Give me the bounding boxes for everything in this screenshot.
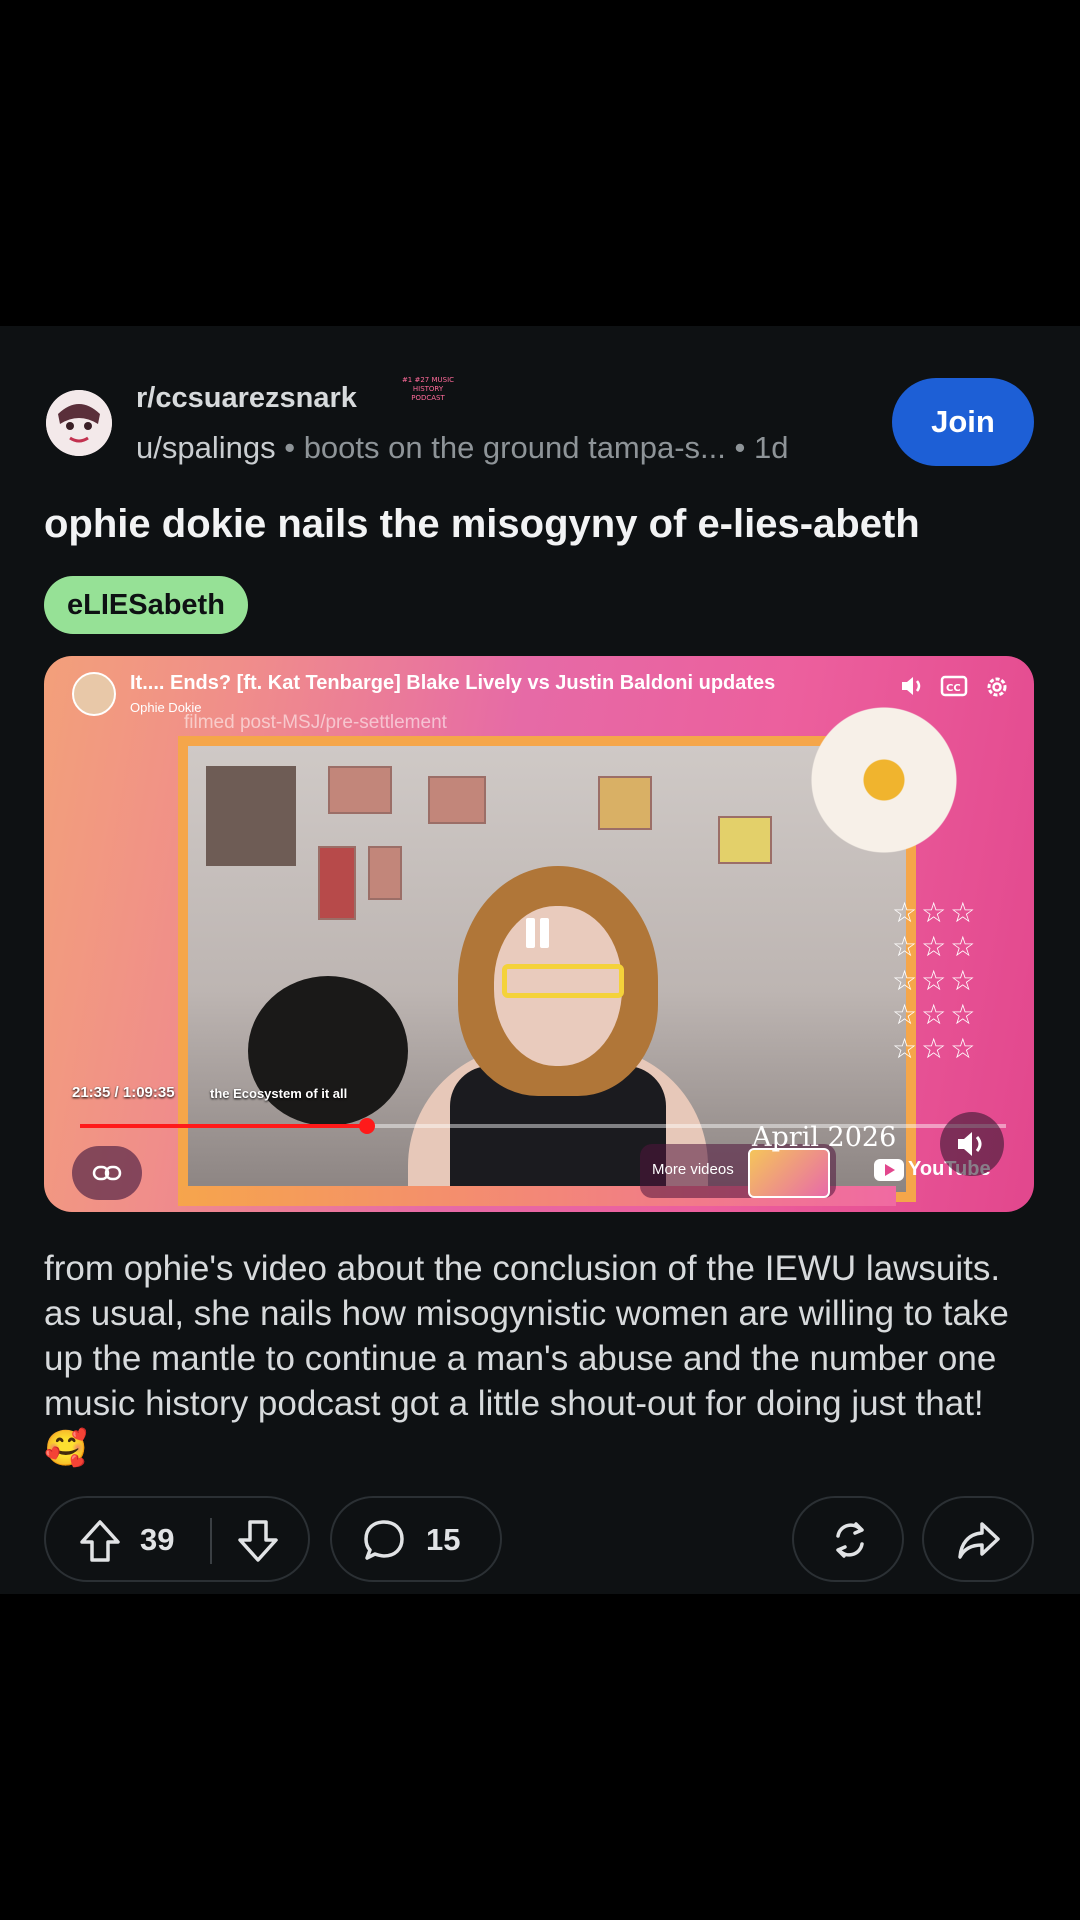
wall-poster xyxy=(328,766,392,814)
wall-poster xyxy=(318,846,356,920)
wall-poster xyxy=(428,776,486,824)
video-overlay-text: filmed post-MSJ/pre-settlement xyxy=(184,712,447,733)
share-button[interactable] xyxy=(922,1496,1034,1582)
svg-text:CC: CC xyxy=(946,683,961,694)
award-icon xyxy=(836,1522,864,1558)
wall-poster xyxy=(718,816,772,864)
post-title[interactable]: ophie dokie nails the misogyny of e-lies… xyxy=(44,502,920,547)
more-videos-label: More videos xyxy=(652,1161,734,1178)
subreddit-avatar[interactable] xyxy=(46,390,112,456)
settings-icon[interactable] xyxy=(984,674,1010,706)
post-age: 1d xyxy=(754,430,789,465)
comment-count: 15 xyxy=(426,1522,461,1557)
progress-fill xyxy=(80,1124,367,1128)
more-videos-thumbnail xyxy=(748,1148,830,1198)
subreddit-name[interactable]: r/ccsuarezsnark xyxy=(136,382,357,415)
link-icon[interactable] xyxy=(72,1146,142,1200)
post-meta: u/spalings • boots on the ground tampa-s… xyxy=(136,430,789,465)
author-flair: boots on the ground tampa-s... xyxy=(303,430,726,465)
stars-decoration: ☆☆☆ ☆☆☆ ☆☆☆ ☆☆☆ ☆☆☆ xyxy=(892,897,980,1064)
vote-bar: 39 xyxy=(44,1496,310,1582)
vote-divider xyxy=(210,1518,212,1564)
subreddit-mini-flair: #1 #27 MUSIC HISTORY PODCAST xyxy=(401,376,455,402)
pan-image xyxy=(248,976,408,1126)
captions-icon[interactable]: CC xyxy=(940,674,968,704)
embedded-video[interactable]: ☆☆☆ ☆☆☆ ☆☆☆ ☆☆☆ ☆☆☆ It.... Ends? [ft. Kat Te… xyxy=(44,656,1034,1212)
wall-poster xyxy=(368,846,402,900)
author-name[interactable]: u/spalings xyxy=(136,430,276,465)
comments-button[interactable]: 15 xyxy=(330,1496,502,1582)
pause-button[interactable] xyxy=(522,918,552,948)
date-overlay: April 2026 xyxy=(752,1122,897,1153)
share-icon xyxy=(958,1522,1000,1559)
join-button[interactable]: Join xyxy=(892,378,1034,466)
channel-avatar[interactable] xyxy=(72,672,116,716)
upvote-icon[interactable] xyxy=(78,1518,122,1564)
video-timecode: 21:35 / 1:09:35 xyxy=(72,1084,175,1101)
bookshelf-image xyxy=(206,766,296,866)
wall-poster xyxy=(598,776,652,830)
post-card: r/ccsuarezsnark #1 #27 MUSIC HISTORY POD… xyxy=(0,326,1080,1594)
volume-icon[interactable] xyxy=(900,674,926,704)
volume-toggle-button[interactable] xyxy=(940,1112,1004,1176)
post-flair-tag[interactable]: eLIESabeth xyxy=(44,576,248,634)
comment-icon xyxy=(364,1520,404,1560)
downvote-icon[interactable] xyxy=(236,1518,280,1564)
post-body: from ophie's video about the conclusion … xyxy=(44,1249,1009,1468)
upvote-count: 39 xyxy=(140,1522,175,1557)
progress-handle[interactable] xyxy=(359,1118,375,1134)
person-glasses xyxy=(502,964,624,998)
video-chapter[interactable]: the Ecosystem of it all xyxy=(210,1086,347,1101)
award-button[interactable] xyxy=(792,1496,904,1582)
video-title[interactable]: It.... Ends? [ft. Kat Tenbarge] Blake Li… xyxy=(130,672,775,695)
